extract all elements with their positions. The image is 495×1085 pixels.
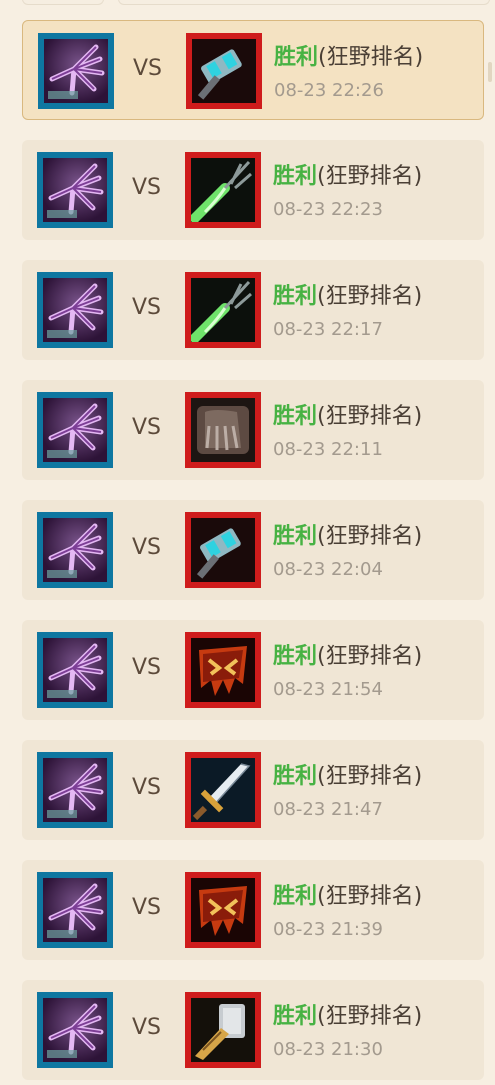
own-class-frame <box>37 272 113 348</box>
enemy-class-frame <box>185 512 261 588</box>
green-arrow-icon <box>191 278 255 342</box>
match-result: 胜利(狂野排名) <box>273 398 422 430</box>
match-result: 胜利(狂野排名) <box>273 878 422 910</box>
match-result: 胜利(狂野排名) <box>273 998 422 1030</box>
match-time: 08-23 21:30 <box>273 1039 383 1060</box>
enemy-class-frame <box>185 152 261 228</box>
match-time: 08-23 22:17 <box>273 319 383 340</box>
result-text: 胜利 <box>274 45 319 70</box>
match-result: 胜利(狂野排名) <box>273 518 422 550</box>
vs-label: VS <box>132 535 162 560</box>
mode-text: (狂野排名) <box>317 164 423 189</box>
match-row[interactable]: VS 胜利(狂野排名) 08-23 22:04 <box>22 500 484 600</box>
own-class-frame <box>37 392 113 468</box>
demon-banner-icon <box>191 878 255 942</box>
own-class-frame <box>37 512 113 588</box>
vs-label: VS <box>132 175 162 200</box>
purple-claw-icon <box>43 878 107 942</box>
result-text: 胜利 <box>273 764 318 789</box>
match-time: 08-23 22:26 <box>274 80 384 101</box>
match-result: 胜利(狂野排名) <box>273 758 422 790</box>
scrollbar-thumb[interactable] <box>488 62 492 82</box>
match-row[interactable]: VS 胜利(狂野排名) 08-23 21:30 <box>22 980 484 1080</box>
vs-label: VS <box>132 295 162 320</box>
own-class-frame <box>37 992 113 1068</box>
mode-text: (狂野排名) <box>317 644 423 669</box>
purple-claw-icon <box>43 398 107 462</box>
match-result: 胜利(狂野排名) <box>274 39 423 71</box>
match-row[interactable]: VS 胜利(狂野排名) 08-23 21:47 <box>22 740 484 840</box>
result-text: 胜利 <box>273 284 318 309</box>
enemy-class-frame <box>185 272 261 348</box>
own-class-frame <box>37 152 113 228</box>
top-filter-tab-right[interactable] <box>118 0 490 5</box>
mode-text: (狂野排名) <box>317 284 423 309</box>
match-time: 08-23 21:47 <box>273 799 383 820</box>
mode-text: (狂野排名) <box>317 1004 423 1029</box>
enemy-class-frame <box>185 392 261 468</box>
enemy-class-frame <box>185 992 261 1068</box>
own-class-frame <box>37 752 113 828</box>
purple-claw-icon <box>44 39 108 103</box>
result-text: 胜利 <box>273 884 318 909</box>
match-row[interactable]: VS 胜利(狂野排名) 08-23 21:39 <box>22 860 484 960</box>
match-time: 08-23 22:11 <box>273 439 383 460</box>
vs-label: VS <box>133 56 163 81</box>
enemy-class-frame <box>185 872 261 948</box>
result-text: 胜利 <box>273 1004 318 1029</box>
purple-claw-icon <box>43 758 107 822</box>
purple-claw-icon <box>43 998 107 1062</box>
own-class-frame <box>37 872 113 948</box>
match-time: 08-23 21:39 <box>273 919 383 940</box>
vs-label: VS <box>132 775 162 800</box>
purple-claw-icon <box>43 638 107 702</box>
purple-claw-icon <box>43 278 107 342</box>
match-row[interactable]: VS 胜利(狂野排名) 08-23 22:17 <box>22 260 484 360</box>
result-text: 胜利 <box>273 404 318 429</box>
vs-label: VS <box>132 1015 162 1040</box>
match-list: VS 胜利(狂野排名) 08-23 22:26 VS 胜利(狂野排名) 08-2… <box>22 20 484 1085</box>
mode-text: (狂野排名) <box>317 524 423 549</box>
mode-text: (狂野排名) <box>317 404 423 429</box>
match-row[interactable]: VS 胜利(狂野排名) 08-23 22:23 <box>22 140 484 240</box>
enemy-class-frame <box>185 632 261 708</box>
frost-hammer-icon <box>191 518 255 582</box>
stone-claw-icon <box>191 398 255 462</box>
own-class-frame <box>38 33 114 109</box>
mode-text: (狂野排名) <box>317 764 423 789</box>
enemy-class-frame <box>186 33 262 109</box>
green-arrow-icon <box>191 158 255 222</box>
match-result: 胜利(狂野排名) <box>273 278 422 310</box>
result-text: 胜利 <box>273 164 318 189</box>
match-result: 胜利(狂野排名) <box>273 638 422 670</box>
own-class-frame <box>37 632 113 708</box>
match-row[interactable]: VS 胜利(狂野排名) 08-23 21:54 <box>22 620 484 720</box>
match-row[interactable]: VS 胜利(狂野排名) 08-23 22:11 <box>22 380 484 480</box>
mode-text: (狂野排名) <box>317 884 423 909</box>
vs-label: VS <box>132 655 162 680</box>
enemy-class-frame <box>185 752 261 828</box>
golden-hammer-icon <box>191 998 255 1062</box>
match-row[interactable]: VS 胜利(狂野排名) 08-23 22:26 <box>22 20 484 120</box>
vs-label: VS <box>132 415 162 440</box>
sword-icon <box>191 758 255 822</box>
match-time: 08-23 21:54 <box>273 679 383 700</box>
result-text: 胜利 <box>273 644 318 669</box>
demon-banner-icon <box>191 638 255 702</box>
purple-claw-icon <box>43 518 107 582</box>
vs-label: VS <box>132 895 162 920</box>
top-filter-tab-left[interactable] <box>22 0 104 5</box>
mode-text: (狂野排名) <box>318 45 424 70</box>
frost-hammer-icon <box>192 39 256 103</box>
match-time: 08-23 22:23 <box>273 199 383 220</box>
match-history-page: VS 胜利(狂野排名) 08-23 22:26 VS 胜利(狂野排名) 08-2… <box>0 0 495 1085</box>
match-time: 08-23 22:04 <box>273 559 383 580</box>
purple-claw-icon <box>43 158 107 222</box>
result-text: 胜利 <box>273 524 318 549</box>
match-result: 胜利(狂野排名) <box>273 158 422 190</box>
